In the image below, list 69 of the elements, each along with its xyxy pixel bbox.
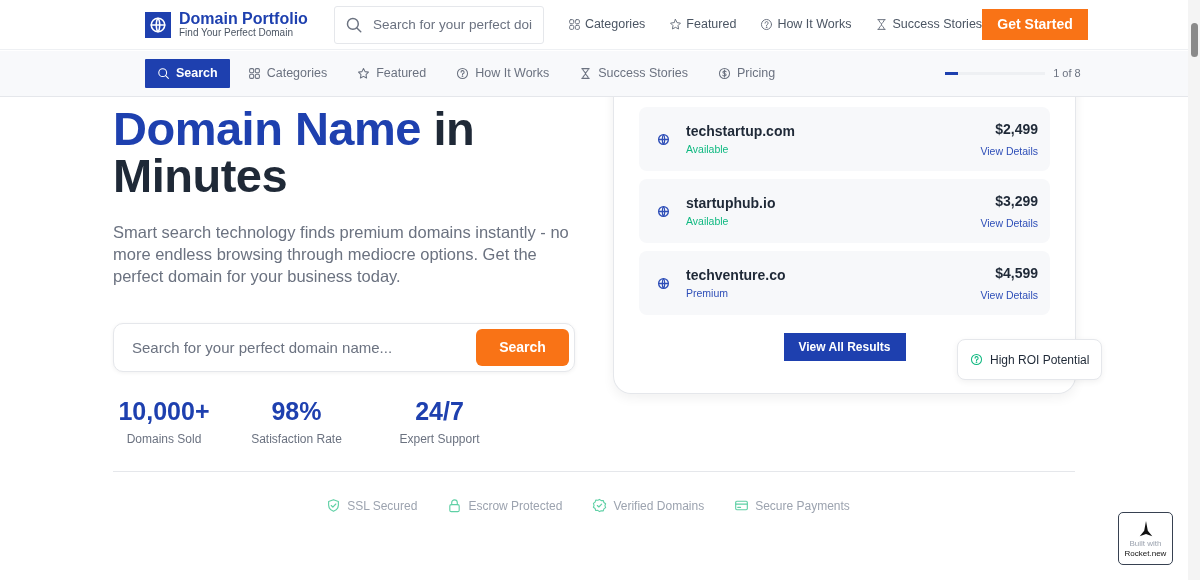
help-icon: [456, 67, 470, 80]
built-with-badge[interactable]: Built with Rocket.new: [1118, 512, 1173, 565]
stat-label: Domains Sold: [125, 430, 203, 448]
badge-check-icon: [592, 498, 608, 513]
globe-icon: [657, 276, 670, 290]
result-row[interactable]: techstartup.com Available $2,499 View Details: [639, 107, 1050, 171]
result-row[interactable]: techventure.co Premium $4,599 View Details: [639, 251, 1050, 315]
nav-link[interactable]: How It Works: [760, 15, 852, 34]
section-tab[interactable]: Success Stories: [567, 59, 700, 88]
domain-name: startuphub.io: [686, 193, 777, 213]
help-icon: [970, 353, 983, 366]
search-icon: [157, 67, 170, 80]
search-field[interactable]: Search for your perfect doi: [333, 5, 544, 44]
dollar-icon: [717, 67, 731, 80]
view-all-button[interactable]: View All Results: [783, 333, 906, 361]
nav-link[interactable]: Success Stories: [875, 15, 983, 34]
progress-counter: 1 of 8: [1053, 66, 1081, 82]
nav-link[interactable]: Categories: [567, 15, 646, 34]
hero-heading-line: Minutes: [113, 152, 289, 199]
badge-caption: Built with: [1129, 540, 1162, 548]
view-details-link[interactable]: View Details: [980, 143, 1038, 160]
stat-value: 24/7: [414, 398, 465, 426]
section-tab[interactable]: Pricing: [705, 59, 788, 88]
view-details-link[interactable]: View Details: [980, 287, 1038, 304]
hourglass-icon: [875, 18, 889, 31]
hero-heading-line: Domain Name in: [113, 105, 476, 152]
badge-brand: Rocket.new: [1124, 548, 1167, 560]
domain-name: techstartup.com: [686, 121, 796, 141]
section-tab[interactable]: Featured: [345, 59, 439, 88]
brand-tagline: Find Your Perfect Domain: [179, 27, 294, 39]
domain-status: Premium: [686, 285, 729, 301]
domain-price: $3,299: [994, 191, 1038, 211]
domain-name: techventure.co: [686, 265, 787, 285]
scrollbar[interactable]: [1188, 0, 1200, 580]
brand-title: Domain Portfolio: [179, 10, 308, 28]
stat-value: 98%: [270, 398, 323, 426]
stat-label: Satisfaction Rate: [250, 430, 343, 448]
hero-description: Smart search technology finds premium domains instantly - no more endless browsing through mediocre options. Get the perfect domain for your business today.: [113, 222, 570, 287]
stat-label: Expert Support: [398, 430, 481, 448]
shield-check-icon: [326, 498, 342, 513]
star-icon: [357, 67, 371, 80]
result-row[interactable]: startuphub.io Available $3,299 View Details: [639, 179, 1050, 243]
view-details-link[interactable]: View Details: [980, 215, 1038, 232]
trust-label: SSL Secured: [347, 497, 418, 515]
globe-icon: [657, 204, 670, 218]
grid-icon: [247, 67, 261, 80]
help-icon: [760, 18, 774, 31]
search-icon: [344, 15, 363, 34]
globe-icon: [657, 132, 670, 146]
trust-label: Secure Payments: [755, 497, 850, 515]
domain-price: $4,599: [994, 263, 1038, 283]
scrollbar-thumb[interactable]: [1191, 23, 1198, 57]
logo-icon: [145, 11, 171, 38]
trust-label: Verified Domains: [613, 497, 705, 515]
trust-label: Escrow Protected: [468, 497, 563, 515]
domain-price: $2,499: [994, 119, 1038, 139]
stat-value: 10,000+: [117, 398, 211, 426]
hourglass-icon: [579, 67, 593, 80]
section-tab[interactable]: How It Works: [444, 59, 562, 88]
domain-status: Available: [686, 141, 730, 157]
section-tab[interactable]: Categories: [235, 59, 340, 88]
grid-icon: [567, 18, 581, 31]
nav-link[interactable]: Featured: [669, 15, 737, 34]
card-icon: [734, 498, 750, 513]
lock-icon: [447, 498, 463, 513]
domain-status: Available: [686, 213, 730, 229]
roi-text: High ROI Potential: [990, 351, 1090, 369]
star-icon: [669, 18, 683, 31]
section-tab[interactable]: Search: [145, 59, 230, 88]
